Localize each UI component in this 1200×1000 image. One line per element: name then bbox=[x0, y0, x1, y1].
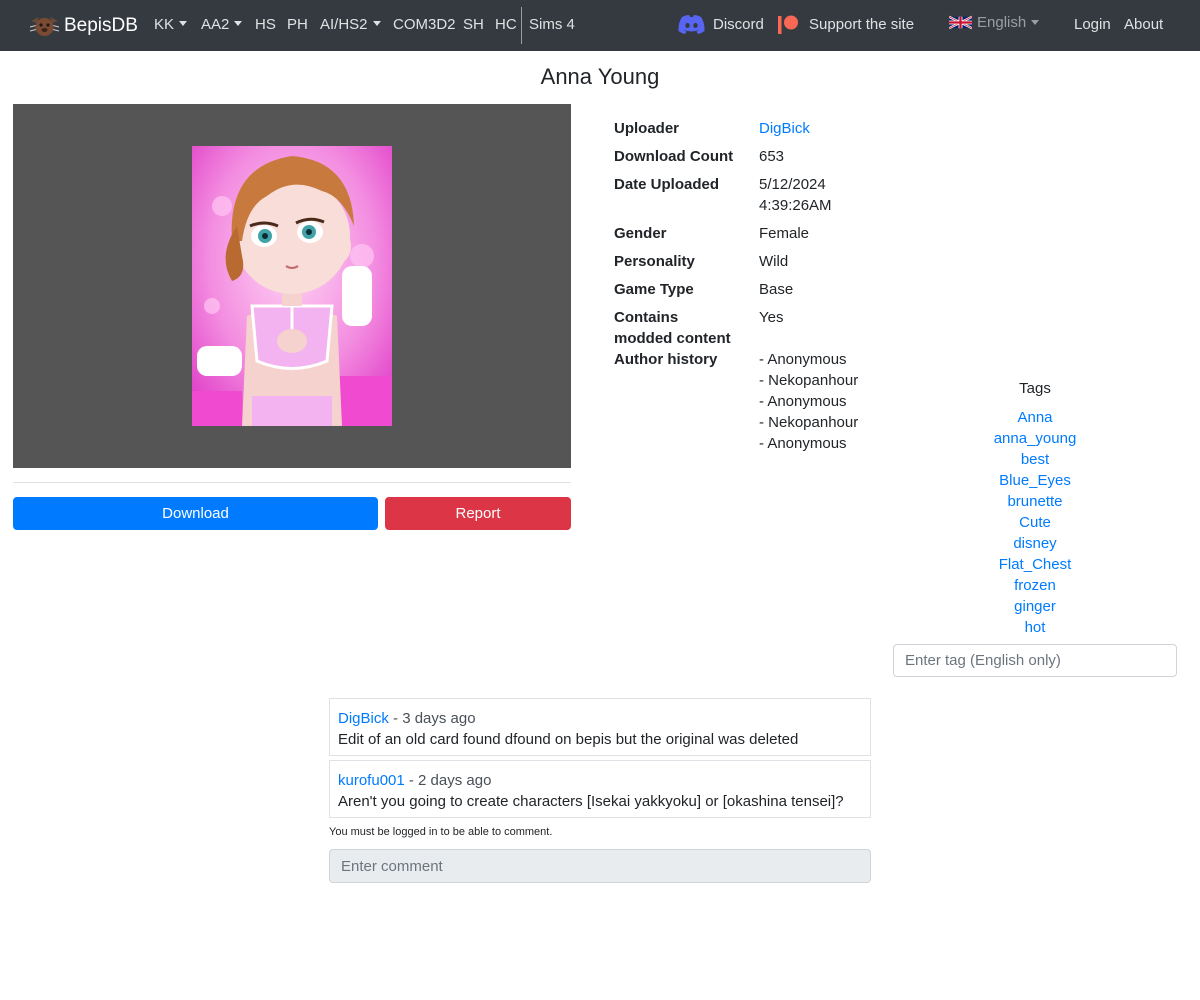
tag-link[interactable]: Anna bbox=[893, 407, 1177, 428]
login-required-note: You must be logged in to be able to comm… bbox=[329, 826, 553, 838]
discord-icon bbox=[678, 14, 705, 35]
uk-flag-icon bbox=[948, 15, 973, 30]
comment: kurofu001 - 2 days ago Aren't you going … bbox=[329, 760, 871, 818]
tag-link[interactable]: disney bbox=[893, 533, 1177, 554]
caret-down-icon bbox=[372, 21, 381, 26]
date-uploaded-label: Date Uploaded bbox=[614, 176, 720, 193]
tag-input[interactable] bbox=[893, 644, 1177, 677]
nav-hs[interactable]: HS bbox=[255, 16, 276, 33]
support-link[interactable]: Support the site bbox=[778, 14, 914, 35]
caret-down-icon bbox=[1031, 20, 1040, 25]
nav-sh[interactable]: SH bbox=[463, 16, 484, 33]
comment: DigBick - 3 days ago Edit of an old card… bbox=[329, 698, 871, 756]
tags-heading: Tags bbox=[1019, 380, 1051, 397]
game-type-value: Base bbox=[759, 281, 794, 298]
login-link[interactable]: Login bbox=[1074, 16, 1111, 33]
tag-link[interactable]: Cute bbox=[893, 512, 1177, 533]
bepis-logo-icon bbox=[29, 13, 60, 39]
nav-sims4[interactable]: Sims 4 bbox=[529, 16, 575, 33]
gender-value: Female bbox=[759, 225, 810, 242]
tag-link[interactable]: anna_young bbox=[893, 428, 1177, 449]
author-history-label: Author history bbox=[614, 351, 718, 368]
brand-name: BepisDB bbox=[64, 15, 138, 36]
card-title: Anna Young bbox=[540, 64, 660, 89]
about-link[interactable]: About bbox=[1124, 16, 1163, 33]
comment-input[interactable] bbox=[329, 849, 871, 883]
nav-com3d2[interactable]: COM3D2 bbox=[393, 16, 456, 33]
comment-text: Edit of an old card found dfound on bepi… bbox=[338, 731, 799, 748]
comment-time: - 3 days ago bbox=[388, 710, 476, 727]
brand-link[interactable]: BepisDB bbox=[29, 13, 138, 39]
uploader-link[interactable]: DigBick bbox=[759, 118, 810, 139]
patreon-icon bbox=[778, 14, 800, 35]
download-count-value: 653 bbox=[759, 148, 785, 165]
date-uploaded-time: 4:39:26AM bbox=[759, 197, 832, 214]
caret-down-icon bbox=[179, 21, 188, 26]
comment-header: kurofu001 - 2 days ago bbox=[338, 770, 862, 791]
nav-ai-hs2-dropdown[interactable]: AI/HS2 bbox=[320, 16, 381, 33]
game-type-label: Game Type bbox=[614, 281, 694, 298]
tag-link[interactable]: Blue_Eyes bbox=[893, 470, 1177, 491]
download-count-label: Download Count bbox=[614, 148, 734, 165]
top-navbar: BepisDB KK AA2 HS PH AI/HS2 COM3D2 SH HC… bbox=[0, 0, 1200, 51]
author-history-entry: - Anonymous bbox=[759, 351, 847, 368]
comment-author-link[interactable]: kurofu001 bbox=[338, 772, 405, 789]
author-history-entry: - Nekopanhour bbox=[759, 414, 859, 431]
comment-time: - 2 days ago bbox=[404, 772, 492, 789]
download-button[interactable]: Download bbox=[13, 497, 378, 530]
date-uploaded-date: 5/12/2024 bbox=[759, 176, 826, 193]
discord-link[interactable]: Discord bbox=[678, 14, 764, 35]
discord-label: Discord bbox=[713, 16, 764, 33]
nav-aa2-dropdown[interactable]: AA2 bbox=[201, 16, 243, 33]
character-card-image[interactable] bbox=[192, 146, 392, 426]
comment-text: Aren't you going to create characters [I… bbox=[338, 793, 844, 810]
author-history-entry: - Anonymous bbox=[759, 393, 847, 410]
support-label: Support the site bbox=[809, 16, 915, 33]
modded-content-label-line2: modded content bbox=[614, 330, 731, 347]
comment-header: DigBick - 3 days ago bbox=[338, 708, 862, 729]
language-dropdown[interactable]: English bbox=[948, 14, 1040, 31]
nav-ph[interactable]: PH bbox=[287, 16, 308, 33]
card-image-panel bbox=[13, 104, 571, 468]
personality-value: Wild bbox=[759, 253, 789, 270]
tag-link[interactable]: Flat_Chest bbox=[893, 554, 1177, 575]
tag-link[interactable]: brunette bbox=[893, 491, 1177, 512]
nav-divider bbox=[521, 7, 522, 44]
author-history-entry: - Anonymous bbox=[759, 435, 847, 452]
gender-label: Gender bbox=[614, 225, 667, 242]
tag-link[interactable]: hot bbox=[893, 617, 1177, 638]
comment-author-link[interactable]: DigBick bbox=[338, 710, 389, 727]
tag-link[interactable]: frozen bbox=[893, 575, 1177, 596]
nav-kk-dropdown[interactable]: KK bbox=[154, 16, 188, 33]
modded-content-label-line1: Contains bbox=[614, 309, 679, 326]
image-divider bbox=[13, 482, 571, 483]
language-label: English bbox=[977, 14, 1027, 31]
tag-link[interactable]: best bbox=[893, 449, 1177, 470]
caret-down-icon bbox=[234, 21, 243, 26]
tag-link[interactable]: ginger bbox=[893, 596, 1177, 617]
report-button[interactable]: Report bbox=[385, 497, 571, 530]
modded-content-value: Yes bbox=[759, 309, 784, 326]
uploader-label: Uploader bbox=[614, 120, 680, 137]
personality-label: Personality bbox=[614, 253, 695, 270]
nav-hc[interactable]: HC bbox=[495, 16, 517, 33]
author-history-entry: - Nekopanhour bbox=[759, 372, 859, 389]
